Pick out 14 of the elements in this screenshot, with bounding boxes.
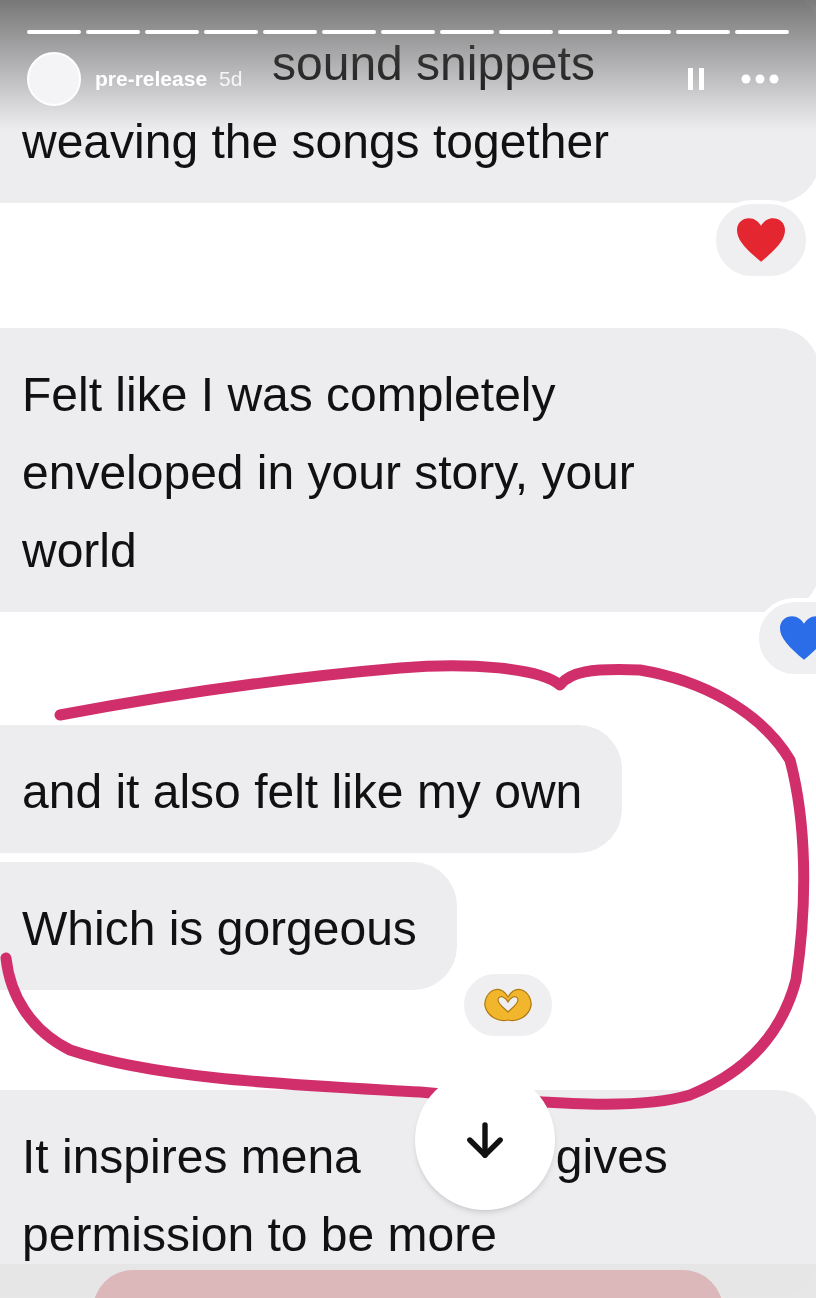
post-time: 5d bbox=[219, 66, 243, 93]
account-name[interactable]: pre-release bbox=[95, 63, 208, 95]
message-text: sound snippets bbox=[272, 36, 595, 92]
message-text: It inspires mena bbox=[22, 1129, 361, 1185]
message-text: and it also felt like my own bbox=[22, 764, 583, 820]
message-text: Which is gorgeous bbox=[22, 901, 417, 957]
message-text: enveloped in your story, your bbox=[22, 445, 635, 501]
message-text: weaving the songs together bbox=[22, 114, 610, 170]
message-text: gives bbox=[555, 1129, 668, 1185]
message-text: Felt like I was completely bbox=[22, 367, 556, 423]
message-text: permission to be more bbox=[22, 1207, 497, 1263]
message-text: world bbox=[22, 523, 137, 579]
more-icon[interactable] bbox=[741, 74, 779, 84]
pause-icon[interactable] bbox=[687, 67, 705, 91]
